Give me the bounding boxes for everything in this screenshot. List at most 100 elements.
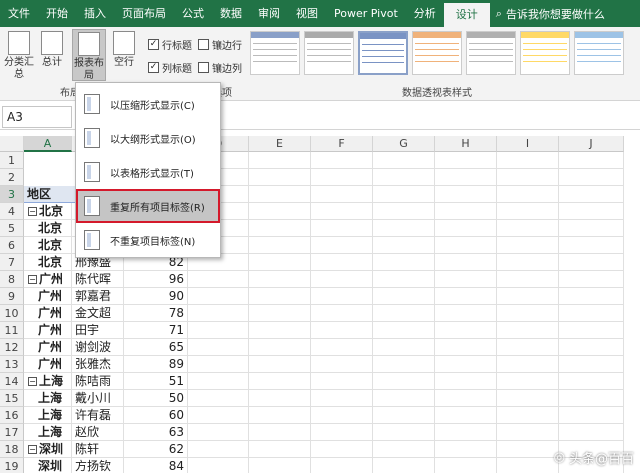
cell[interactable] [559, 373, 624, 390]
cell[interactable] [373, 305, 435, 322]
cell[interactable] [373, 458, 435, 473]
cell[interactable] [559, 271, 624, 288]
region-cell[interactable]: 深圳 [24, 458, 72, 473]
row-header-4[interactable]: 4 [0, 203, 24, 220]
value-cell[interactable]: 96 [124, 271, 188, 288]
blank-rows-button[interactable]: 空行 [110, 29, 138, 81]
cell[interactable] [373, 152, 435, 169]
region-cell[interactable]: 广州 [24, 288, 72, 305]
row-header-5[interactable]: 5 [0, 220, 24, 237]
cell[interactable] [311, 271, 373, 288]
cell[interactable] [497, 424, 559, 441]
value-cell[interactable]: 65 [124, 339, 188, 356]
region-cell[interactable]: 北京 [24, 237, 72, 254]
cell[interactable] [249, 186, 311, 203]
row-header-15[interactable]: 15 [0, 390, 24, 407]
region-cell[interactable]: 广州 [24, 339, 72, 356]
name-cell[interactable]: 陈代晖 [72, 271, 124, 288]
tab-4[interactable]: 公式 [174, 0, 212, 27]
column-header-J[interactable]: J [559, 136, 624, 152]
cell[interactable] [373, 220, 435, 237]
region-cell[interactable]: 广州 [24, 322, 72, 339]
name-cell[interactable]: 谢剑波 [72, 339, 124, 356]
row-header-12[interactable]: 12 [0, 339, 24, 356]
cell[interactable] [497, 441, 559, 458]
tab-6[interactable]: 审阅 [250, 0, 288, 27]
region-cell[interactable]: 北京 [24, 220, 72, 237]
style-swatch[interactable] [466, 31, 516, 75]
cell[interactable] [311, 203, 373, 220]
cell[interactable] [435, 271, 497, 288]
cell[interactable] [373, 271, 435, 288]
cell[interactable] [435, 186, 497, 203]
cell[interactable] [497, 288, 559, 305]
cell[interactable] [559, 237, 624, 254]
style-swatch[interactable] [520, 31, 570, 75]
style-swatch[interactable] [574, 31, 624, 75]
cell[interactable] [373, 356, 435, 373]
cell[interactable] [435, 373, 497, 390]
name-cell[interactable]: 金文超 [72, 305, 124, 322]
cell[interactable] [559, 407, 624, 424]
cell[interactable] [497, 339, 559, 356]
style-swatch[interactable] [412, 31, 462, 75]
cell[interactable] [311, 220, 373, 237]
cell[interactable] [373, 169, 435, 186]
name-cell[interactable]: 许有磊 [72, 407, 124, 424]
row-header-11[interactable]: 11 [0, 322, 24, 339]
cell[interactable] [373, 390, 435, 407]
cell[interactable] [435, 407, 497, 424]
tab-9[interactable]: 分析 [406, 0, 444, 27]
cell[interactable] [188, 271, 249, 288]
row-header-10[interactable]: 10 [0, 305, 24, 322]
column-header-E[interactable]: E [249, 136, 311, 152]
cell[interactable] [373, 373, 435, 390]
value-cell[interactable]: 89 [124, 356, 188, 373]
cell[interactable] [249, 254, 311, 271]
cell[interactable] [311, 458, 373, 473]
cell[interactable] [435, 458, 497, 473]
cell[interactable] [435, 220, 497, 237]
cell[interactable] [188, 288, 249, 305]
cell[interactable] [311, 390, 373, 407]
cell[interactable] [249, 271, 311, 288]
cell[interactable] [497, 390, 559, 407]
row-header-2[interactable]: 2 [0, 169, 24, 186]
cell[interactable] [373, 203, 435, 220]
cell[interactable] [559, 152, 624, 169]
tab-5[interactable]: 数据 [212, 0, 250, 27]
name-cell[interactable]: 戴小川 [72, 390, 124, 407]
cell[interactable] [435, 356, 497, 373]
cell[interactable] [559, 305, 624, 322]
value-cell[interactable]: 84 [124, 458, 188, 473]
row-header-16[interactable]: 16 [0, 407, 24, 424]
cell[interactable] [435, 424, 497, 441]
cell[interactable] [188, 305, 249, 322]
row-header-8[interactable]: 8 [0, 271, 24, 288]
value-cell[interactable]: 60 [124, 407, 188, 424]
cell[interactable] [497, 152, 559, 169]
cell[interactable] [497, 254, 559, 271]
cell[interactable] [435, 322, 497, 339]
cell[interactable] [311, 152, 373, 169]
collapse-icon[interactable]: − [28, 275, 37, 284]
cell[interactable] [497, 237, 559, 254]
column-header-F[interactable]: F [311, 136, 373, 152]
column-header-I[interactable]: I [497, 136, 559, 152]
cell[interactable] [188, 373, 249, 390]
region-cell[interactable]: 广州 [24, 356, 72, 373]
cell[interactable] [188, 458, 249, 473]
cell[interactable] [188, 407, 249, 424]
cell[interactable] [559, 203, 624, 220]
cell[interactable] [249, 152, 311, 169]
cell[interactable] [559, 356, 624, 373]
row-header-1[interactable]: 1 [0, 152, 24, 169]
tell-me-search[interactable]: ⌕ 告诉我你想要做什么 [496, 6, 605, 22]
banded-cols-checkbox[interactable]: 镶边列 [198, 60, 242, 75]
cell[interactable] [249, 356, 311, 373]
region-cell[interactable]: − 北京 [24, 203, 72, 220]
value-cell[interactable]: 90 [124, 288, 188, 305]
cell[interactable] [435, 305, 497, 322]
cell[interactable] [373, 407, 435, 424]
cell[interactable] [249, 169, 311, 186]
